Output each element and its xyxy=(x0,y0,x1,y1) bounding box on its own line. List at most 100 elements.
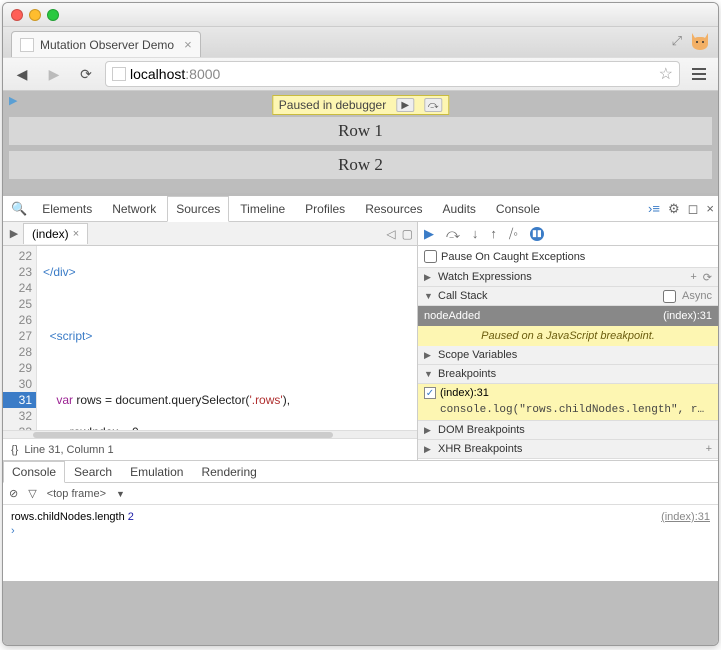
favicon-icon xyxy=(20,38,34,52)
tab-network[interactable]: Network xyxy=(103,196,165,222)
tab-elements[interactable]: Elements xyxy=(33,196,101,222)
callstack-header[interactable]: ▼Call Stack Async xyxy=(418,287,718,306)
tab-profiles[interactable]: Profiles xyxy=(296,196,354,222)
close-devtools-icon[interactable]: × xyxy=(706,201,714,216)
resume-button[interactable]: ▶ xyxy=(424,226,434,242)
refresh-watch-icon[interactable]: ⟳ xyxy=(703,271,712,284)
menu-button[interactable] xyxy=(686,62,712,86)
page-resume-icon[interactable]: ▶ xyxy=(9,94,17,107)
bookmark-icon[interactable]: ☆ xyxy=(659,64,673,84)
history-fwd-icon[interactable]: ▢ xyxy=(402,227,413,241)
file-tab-label: (index) xyxy=(32,227,69,241)
expand-icon[interactable]: ⤢ xyxy=(672,33,682,49)
inspect-icon[interactable]: 🔍 xyxy=(7,201,31,217)
breakpoint-item[interactable]: ✓ (index):31 xyxy=(418,384,718,402)
format-icon[interactable]: {} xyxy=(11,444,18,456)
deactivate-bp-button[interactable]: ⧸◦ xyxy=(509,226,518,242)
browser-tabstrip: Mutation Observer Demo × ⤢ xyxy=(3,27,718,57)
console-drawer: ⊘ ▽ <top frame> ▼ rows.childNodes.length… xyxy=(3,483,718,581)
xhr-bp-header[interactable]: ▶XHR Breakpoints + xyxy=(418,440,718,459)
console-output[interactable]: rows.childNodes.length 2 (index):31 › xyxy=(3,505,718,581)
extension-icon[interactable] xyxy=(688,29,712,53)
dock-icon[interactable]: ◻ xyxy=(688,201,699,217)
cursor-position: Line 31, Column 1 xyxy=(24,444,113,456)
zoom-window-button[interactable] xyxy=(47,9,59,21)
sources-panel: ▶ (index) × ◁ ▢ 22 23 xyxy=(3,222,718,461)
drawer-tab-search[interactable]: Search xyxy=(65,461,121,483)
page-content: ▶ Paused in debugger ▶ ⤼ Row 1 Row 2 🔍 E… xyxy=(3,91,718,645)
debug-sidebar: ▶ ⤼ ↓ ↑ ⧸◦ ▮▮ Pause On Caught Exceptions… xyxy=(418,222,718,460)
breakpoints-header[interactable]: ▼Breakpoints xyxy=(418,365,718,384)
nav-toolbar: ◀ ▶ ⟳ localhost:8000 ☆ xyxy=(3,57,718,91)
close-window-button[interactable] xyxy=(11,9,23,21)
tab-timeline[interactable]: Timeline xyxy=(231,196,294,222)
drawer-tabbar: Console Search Emulation Rendering xyxy=(3,461,718,483)
page-icon xyxy=(112,67,126,81)
content-row: Row 2 xyxy=(9,151,712,179)
console-prompt[interactable]: › xyxy=(11,525,710,537)
horizontal-scrollbar[interactable] xyxy=(3,430,417,438)
browser-tab[interactable]: Mutation Observer Demo × xyxy=(11,31,201,57)
close-file-icon[interactable]: × xyxy=(73,228,79,240)
banner-resume-button[interactable]: ▶ xyxy=(396,98,414,112)
paused-reason: Paused on a JavaScript breakpoint. xyxy=(418,326,718,346)
browser-window: Mutation Observer Demo × ⤢ ◀ ▶ ⟳ localho… xyxy=(2,2,719,646)
drawer-toggle-icon[interactable]: ›≡ xyxy=(648,201,660,216)
code-lines: </div> <script> var rows = document.quer… xyxy=(37,246,417,430)
devtools-tabbar: 🔍 Elements Network Sources Timeline Prof… xyxy=(3,196,718,222)
tab-sources[interactable]: Sources xyxy=(167,196,229,222)
callstack-frame[interactable]: nodeAdded (index):31 xyxy=(418,306,718,326)
clear-console-icon[interactable]: ⊘ xyxy=(9,487,18,500)
line-gutter[interactable]: 22 23 24 25 26 27 28 29 30 31 32 33 xyxy=(3,246,37,430)
add-watch-icon[interactable]: + xyxy=(690,271,696,284)
rows-container: Row 1 Row 2 xyxy=(3,109,718,193)
history-back-icon[interactable]: ◁ xyxy=(386,227,395,241)
console-source-link[interactable]: (index):31 xyxy=(661,511,710,523)
navigator-toggle-icon[interactable]: ▶ xyxy=(5,227,23,240)
drawer-tab-console[interactable]: Console xyxy=(3,461,65,483)
code-editor[interactable]: 22 23 24 25 26 27 28 29 30 31 32 33 xyxy=(3,246,417,430)
tab-console[interactable]: Console xyxy=(487,196,549,222)
reload-button[interactable]: ⟳ xyxy=(73,62,99,86)
address-bar[interactable]: localhost:8000 ☆ xyxy=(105,61,680,87)
drawer-tab-emulation[interactable]: Emulation xyxy=(121,461,192,483)
watch-header[interactable]: ▶Watch Expressions +⟳ xyxy=(418,268,718,287)
content-row: Row 1 xyxy=(9,117,712,145)
close-tab-icon[interactable]: × xyxy=(184,37,192,52)
frame-selector[interactable]: <top frame> xyxy=(47,488,106,500)
step-over-button[interactable]: ⤼ xyxy=(446,226,460,242)
pause-exceptions-button[interactable]: ▮▮ xyxy=(530,227,544,241)
breakpoint-checkbox[interactable]: ✓ xyxy=(424,387,436,399)
drawer-tab-rendering[interactable]: Rendering xyxy=(192,461,265,483)
file-tabbar: ▶ (index) × ◁ ▢ xyxy=(3,222,417,246)
pause-caught-checkbox[interactable] xyxy=(424,250,437,263)
breakpoint-marker: 31 xyxy=(3,392,36,408)
code-pane: ▶ (index) × ◁ ▢ 22 23 xyxy=(3,222,418,460)
tab-resources[interactable]: Resources xyxy=(356,196,431,222)
forward-button[interactable]: ▶ xyxy=(41,62,67,86)
editor-status: {} Line 31, Column 1 xyxy=(3,438,417,460)
titlebar xyxy=(3,3,718,27)
scope-header[interactable]: ▶Scope Variables xyxy=(418,346,718,365)
paused-banner: Paused in debugger ▶ ⤼ xyxy=(272,95,449,115)
banner-step-button[interactable]: ⤼ xyxy=(424,98,442,112)
add-xhr-bp-icon[interactable]: + xyxy=(706,443,712,455)
tab-audits[interactable]: Audits xyxy=(434,196,485,222)
file-tab[interactable]: (index) × xyxy=(23,223,88,244)
step-into-button[interactable]: ↓ xyxy=(472,226,479,241)
back-button[interactable]: ◀ xyxy=(9,62,35,86)
tab-title: Mutation Observer Demo xyxy=(40,38,174,52)
pause-caught-label: Pause On Caught Exceptions xyxy=(441,251,585,263)
console-toolbar: ⊘ ▽ <top frame> ▼ xyxy=(3,483,718,505)
dom-bp-header[interactable]: ▶DOM Breakpoints xyxy=(418,421,718,440)
settings-icon[interactable]: ⚙ xyxy=(668,201,680,217)
debug-toolbar: ▶ ⤼ ↓ ↑ ⧸◦ ▮▮ xyxy=(418,222,718,246)
paused-banner-text: Paused in debugger xyxy=(279,98,386,112)
url-text: localhost:8000 xyxy=(130,66,220,82)
async-checkbox[interactable] xyxy=(663,290,676,303)
minimize-window-button[interactable] xyxy=(29,9,41,21)
window-controls xyxy=(11,9,59,21)
step-out-button[interactable]: ↑ xyxy=(490,226,497,241)
filter-icon[interactable]: ▽ xyxy=(28,487,36,500)
breakpoint-preview: console.log("rows.childNodes.length", r… xyxy=(418,402,718,421)
